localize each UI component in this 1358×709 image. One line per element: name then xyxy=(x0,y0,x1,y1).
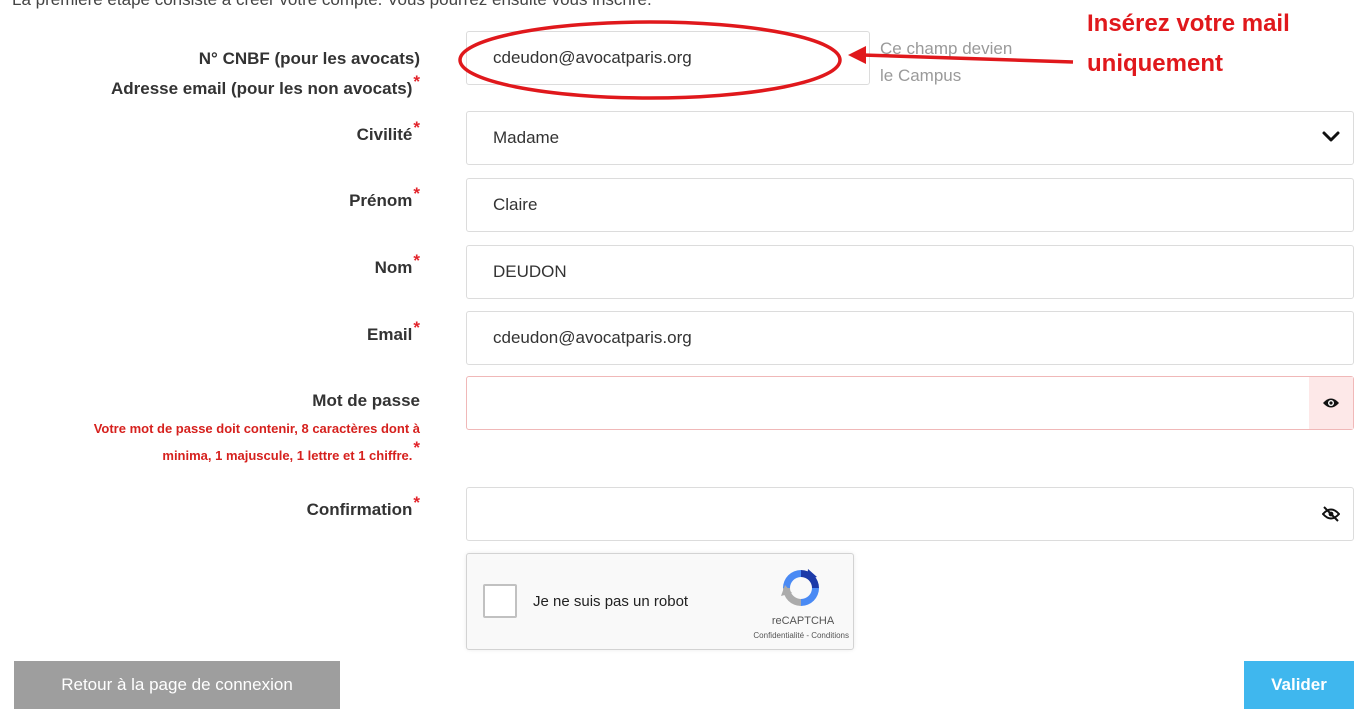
annotation-overlay xyxy=(458,20,1074,100)
annotation-ellipse xyxy=(458,20,842,100)
annotation-line1: Insérez votre mail xyxy=(1087,10,1290,37)
annotation-text: Insérez votre mail uniquement xyxy=(1087,4,1290,84)
annotation-arrow-head xyxy=(848,46,866,64)
annotation-line2: uniquement xyxy=(1087,50,1223,77)
annotation-arrow-line xyxy=(861,53,1074,64)
